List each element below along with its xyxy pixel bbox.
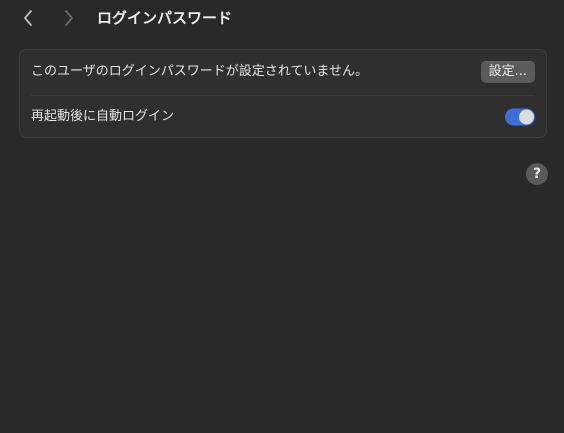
forward-button[interactable] [57, 6, 81, 30]
password-row: このユーザのログインパスワードが設定されていません。 設定... [20, 50, 546, 94]
password-status-label: このユーザのログインパスワードが設定されていません。 [31, 64, 368, 79]
toolbar: ログインパスワード [0, 0, 564, 38]
chevron-right-icon [65, 10, 73, 26]
page-title: ログインパスワード [97, 9, 233, 27]
auto-login-toggle[interactable] [505, 108, 535, 126]
auto-login-label: 再起動後に自動ログイン [31, 109, 175, 124]
chevron-left-icon [24, 10, 32, 26]
toggle-knob [519, 109, 534, 125]
auto-login-row: 再起動後に自動ログイン [20, 96, 546, 138]
back-button[interactable] [16, 6, 40, 30]
set-password-button[interactable]: 設定... [480, 61, 535, 83]
help-button[interactable]: ? [526, 163, 548, 185]
settings-group: このユーザのログインパスワードが設定されていません。 設定... 再起動後に自動… [19, 49, 547, 138]
